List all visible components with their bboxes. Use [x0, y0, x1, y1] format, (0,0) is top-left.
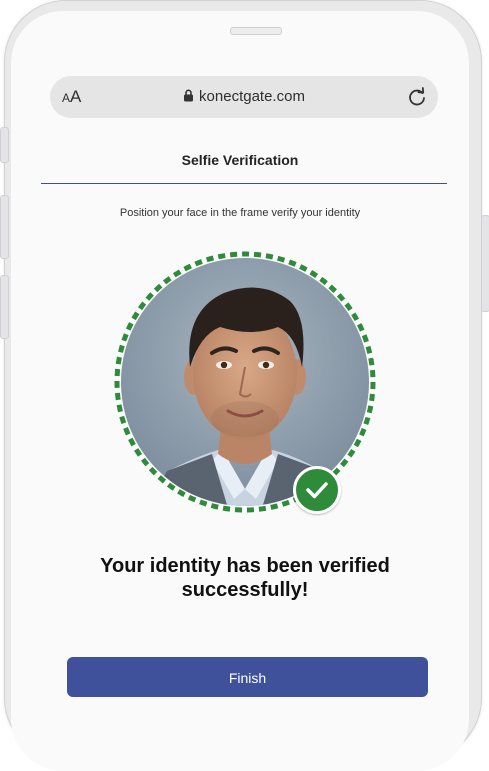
lock-icon — [183, 89, 194, 106]
speaker-slot — [230, 27, 282, 35]
success-line-2: successfully! — [181, 579, 309, 601]
side-button-volume-up — [0, 195, 9, 259]
side-button-power — [481, 215, 489, 312]
checkmark-icon — [293, 466, 341, 514]
phone-screen: AA konectgate.com Selfie Verification Po… — [11, 11, 469, 771]
url-text: konectgate.com — [199, 88, 305, 105]
page-title: Selfie Verification — [181, 152, 299, 168]
reload-icon[interactable] — [406, 86, 428, 108]
side-button-volume-down — [0, 275, 9, 339]
finish-button[interactable]: Finish — [67, 657, 428, 697]
success-message: Your identity has been verified successf… — [51, 554, 439, 602]
url-field[interactable]: konectgate.com — [50, 88, 438, 106]
instruction-text: Position your face in the frame verify y… — [119, 207, 361, 219]
title-divider — [41, 183, 447, 184]
selfie-photo — [114, 251, 376, 513]
side-button-mute — [0, 127, 9, 163]
selfie-frame — [112, 249, 378, 515]
browser-address-bar[interactable]: AA konectgate.com — [50, 76, 438, 118]
success-line-1: Your identity has been verified — [100, 555, 390, 577]
